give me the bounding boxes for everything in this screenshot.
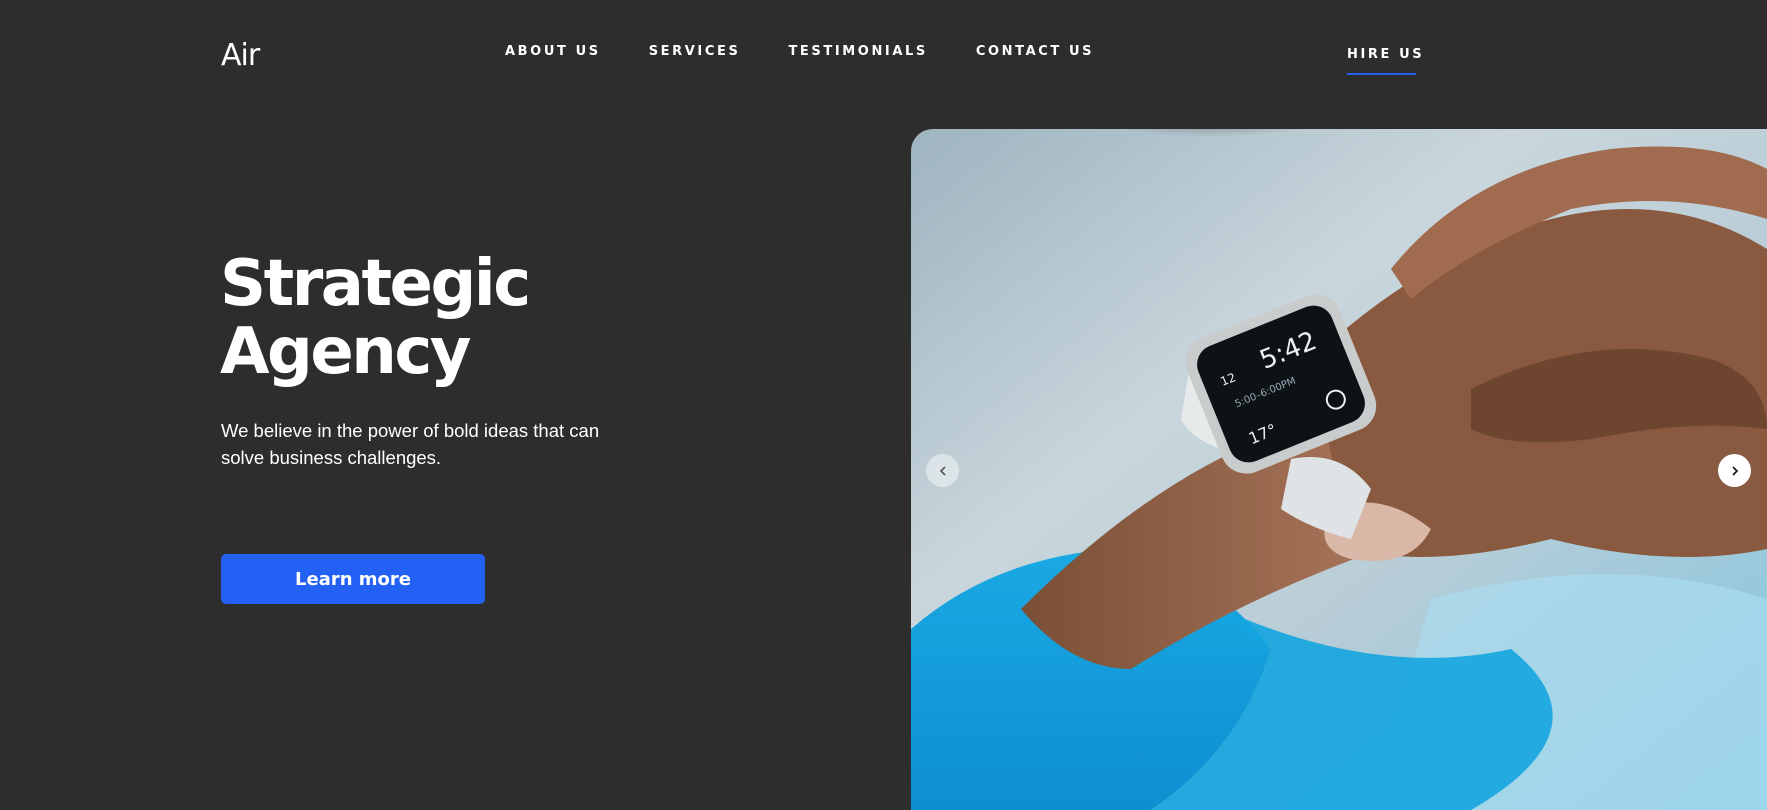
- hero-title: Strategic Agency: [220, 250, 740, 386]
- hero-subtitle: We believe in the power of bold ideas th…: [221, 420, 600, 468]
- chevron-right-icon: [1731, 465, 1738, 476]
- learn-more-button[interactable]: Learn more: [221, 554, 485, 604]
- hire-us-link[interactable]: HIRE US: [1347, 47, 1422, 75]
- chevron-left-icon: [939, 465, 946, 476]
- nav-about-us[interactable]: ABOUT US: [505, 44, 601, 59]
- nav-contact-us[interactable]: CONTACT US: [976, 44, 1094, 59]
- image-slider[interactable]: 5:42 12 5:00–6:00PM 17°: [911, 129, 1767, 810]
- nav-services[interactable]: SERVICES: [649, 44, 741, 59]
- smartwatch-photo: 5:42 12 5:00–6:00PM 17°: [911, 129, 1767, 810]
- slider-prev-button[interactable]: [926, 454, 959, 487]
- slider-next-button[interactable]: [1718, 454, 1751, 487]
- hero-title-line-1: Strategic: [220, 247, 531, 321]
- page: Air ABOUT US SERVICES TESTIMONIALS CONTA…: [0, 0, 1767, 810]
- logo[interactable]: Air: [221, 38, 260, 73]
- nav-testimonials[interactable]: TESTIMONIALS: [788, 44, 927, 59]
- main-nav: ABOUT US SERVICES TESTIMONIALS CONTACT U…: [505, 44, 1094, 59]
- hero-title-line-2: Agency: [220, 315, 471, 389]
